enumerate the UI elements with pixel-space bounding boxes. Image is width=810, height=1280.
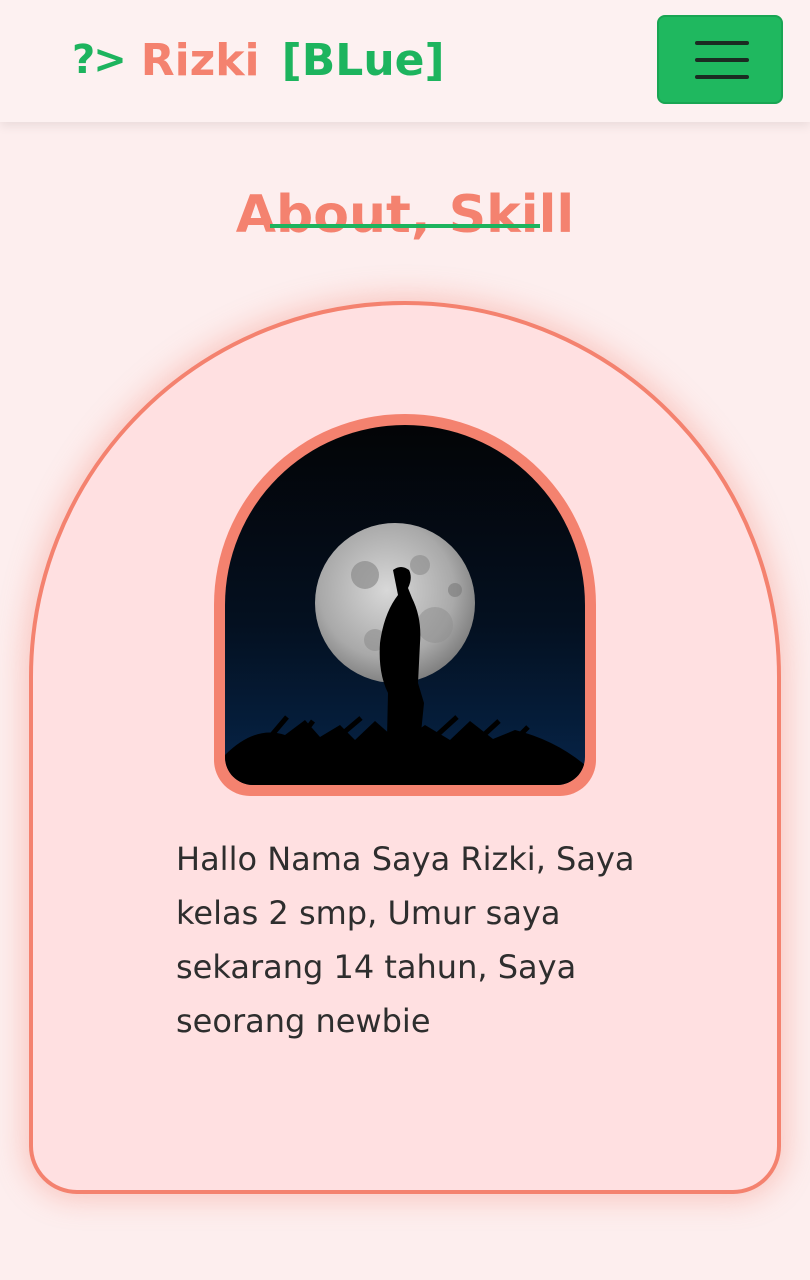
brand-prompt: ?> bbox=[72, 37, 127, 83]
brand-logo[interactable]: ?> Rizki [BLue] bbox=[72, 30, 445, 90]
hamburger-icon-bar bbox=[695, 58, 749, 62]
navbar: ?> Rizki [BLue] bbox=[0, 0, 810, 122]
section-title: About, Skill bbox=[235, 185, 575, 246]
brand-name: Rizki bbox=[140, 34, 260, 86]
profile-photo-frame bbox=[214, 414, 596, 796]
brand-tag: [BLue] bbox=[281, 34, 445, 86]
hamburger-icon-bar bbox=[695, 75, 749, 79]
about-description: Hallo Nama Saya Rizki, Saya kelas 2 smp,… bbox=[176, 840, 635, 1040]
menu-toggle-button[interactable] bbox=[657, 15, 783, 104]
profile-photo bbox=[225, 425, 585, 785]
hamburger-icon bbox=[695, 41, 749, 45]
title-underline bbox=[270, 224, 540, 228]
